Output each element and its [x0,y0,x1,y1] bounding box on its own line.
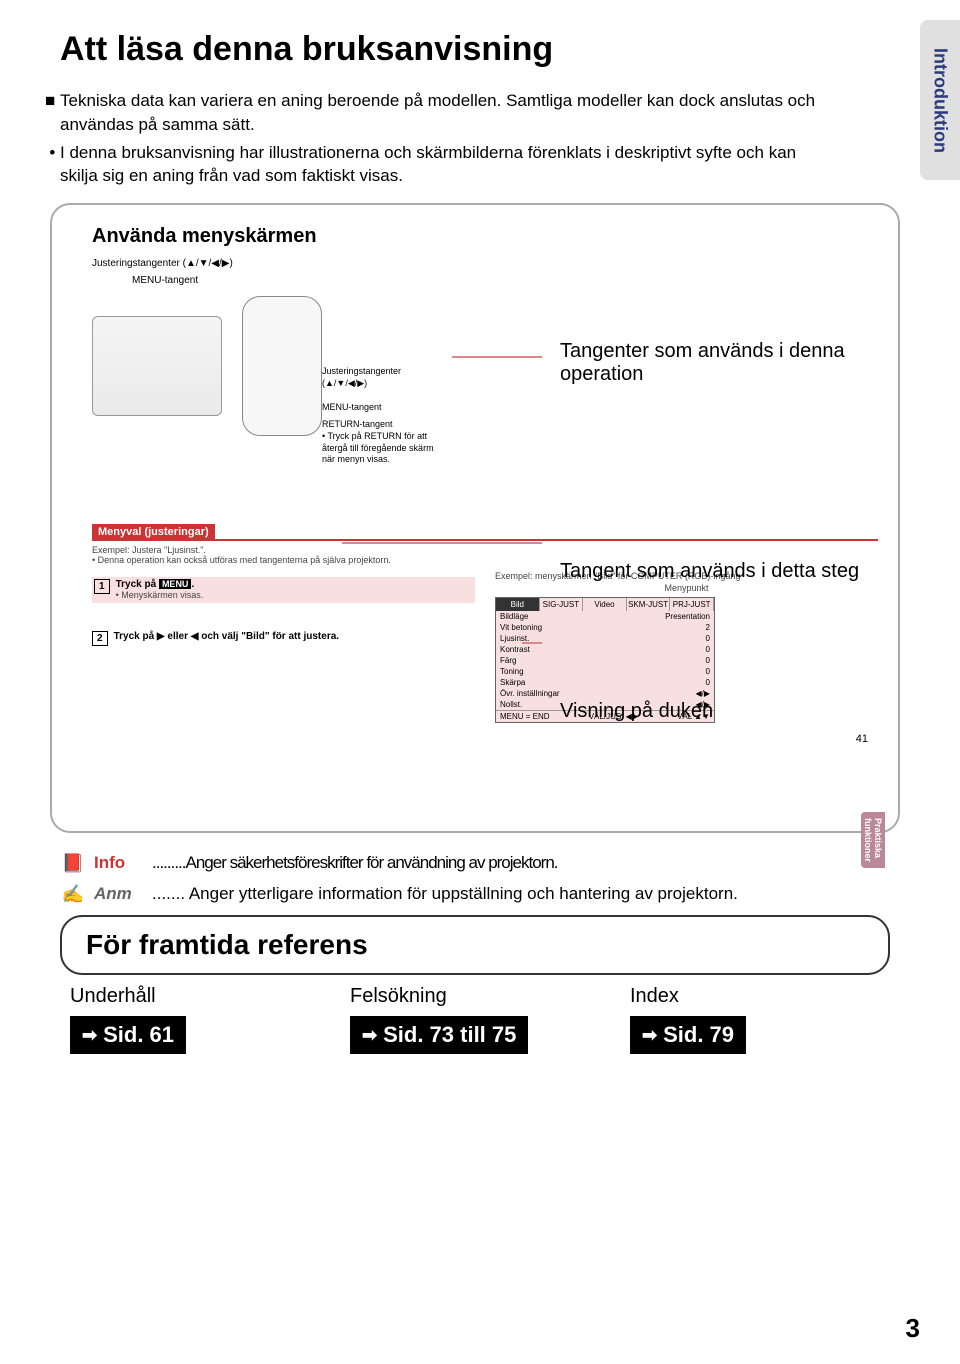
menu-row-v: 0 [706,667,710,676]
menu-row-k: Nollst. [500,700,522,709]
menu-row-k: Övr. inställningar [500,689,560,698]
intro-bullet-1: Tekniska data kan variera en aning beroe… [60,89,820,137]
reference-frame: För framtida referens [60,915,890,975]
remote-diagram [242,296,322,436]
remote-return-title: RETURN-tangent [322,419,442,431]
intro-list: Tekniska data kan variera en aning beroe… [60,89,820,188]
callout-key-step: Tangent som används i detta steg [560,560,860,583]
inner-page-number: 41 [92,733,878,745]
menu-row-k: Bildläge [500,612,528,621]
menypunkt-label: Menypunkt [495,583,878,593]
anm-label: Anm [94,884,144,904]
step-1-text-b: . [191,579,194,590]
ref-link-troubleshooting[interactable]: Sid. 73 till 75 [350,1016,528,1054]
menu-row-k: Vit betoning [500,623,542,632]
anm-text: ....... Anger ytterligare information fö… [152,884,738,904]
ref-col-title-1: Underhåll [70,985,330,1008]
menu-footer: MENU = END [500,712,550,721]
menu-row-v: 0 [706,645,710,654]
remote-return-note: • Tryck på RETURN för att återgå till fö… [322,431,442,466]
example-line: Exempel: Justera "Ljusinst.". [92,545,878,555]
menu-button-label: MENU [159,579,192,589]
callout-line-2 [342,542,542,544]
info-text: .........Anger säkerhetsföreskrifter för… [152,853,558,873]
step-2-text: Tryck på ▶ eller ◀ och välj "Bild" för a… [114,631,340,642]
page-number: 3 [906,1313,920,1344]
step-1-number: 1 [94,579,110,594]
ref-link-maintenance[interactable]: Sid. 61 [70,1016,186,1054]
reference-columns: Underhåll Sid. 61 Felsökning Sid. 73 til… [70,985,890,1054]
side-tab-introduction: Introduktion [920,20,960,180]
menu-row-k: Skärpa [500,678,525,687]
intro-bullet-2: I denna bruksanvisning har illustratione… [60,141,820,189]
projector-diagram [92,316,222,416]
menu-row-v: 0 [706,656,710,665]
menu-tab-video: Video [583,598,627,611]
example-heading: Använda menyskärmen [92,225,878,248]
remote-adj-label: Justeringstangenter (▲/▼/◀/▶) [322,366,442,389]
menu-row-v: 0 [706,634,710,643]
callout-screen-display: Visning på duken [560,700,860,723]
menu-row-v: Presentation [665,612,710,621]
praktiska-tab: Praktiska funktioner [861,812,885,868]
step-1-text-a: Tryck på [116,579,157,590]
menu-row-k: Kontrast [500,645,530,654]
menu-tab-skmjust: SKM-JUST [627,598,671,611]
menu-section: Menyval (justeringar) Exempel: Justera "… [92,512,878,723]
ref-link-index[interactable]: Sid. 79 [630,1016,746,1054]
hand-icon: ✍ [60,884,86,905]
remote-menu-label: MENU-tangent [322,402,442,414]
book-icon: 📕 [60,853,86,874]
ref-col-title-3: Index [630,985,890,1008]
adj-keys-label: Justeringstangenter (▲/▼/◀/▶) [92,258,878,269]
menu-tab-prjjust: PRJ-JUST [670,598,714,611]
menu-tab-bild: Bild [496,598,540,611]
menu-key-label: MENU-tangent [132,275,878,286]
menu-row-v: 2 [706,623,710,632]
menu-row-k: Toning [500,667,524,676]
ref-col-title-2: Felsökning [350,985,610,1008]
example-frame: Använda menyskärmen Justeringstangenter … [50,203,900,833]
page-title: Att läsa denna bruksanvisning [60,30,920,69]
step-2-number: 2 [92,631,108,646]
callout-keys-operation: Tangenter som används i denna operation [560,340,860,386]
menu-tab-sigjust: SIG-JUST [540,598,584,611]
step-1-sub: • Menyskärmen visas. [116,590,204,600]
diagram-block: Justeringstangenter (▲/▼/◀/▶) MENU-tange… [92,296,878,496]
menyval-stripe: Menyval (justeringar) [92,524,215,540]
remote-labels: Justeringstangenter (▲/▼/◀/▶) MENU-tange… [322,366,442,466]
info-label: Info [94,853,144,873]
menu-row-v: 0 [706,678,710,687]
callout-line-1 [452,356,542,358]
reference-title: För framtida referens [86,929,864,961]
menu-row-v: ◀/▶ [695,689,710,698]
menu-row-k: Färg [500,656,516,665]
legend: 📕 Info .........Anger säkerhetsföreskrif… [60,853,890,905]
callout-line-3 [522,642,542,644]
